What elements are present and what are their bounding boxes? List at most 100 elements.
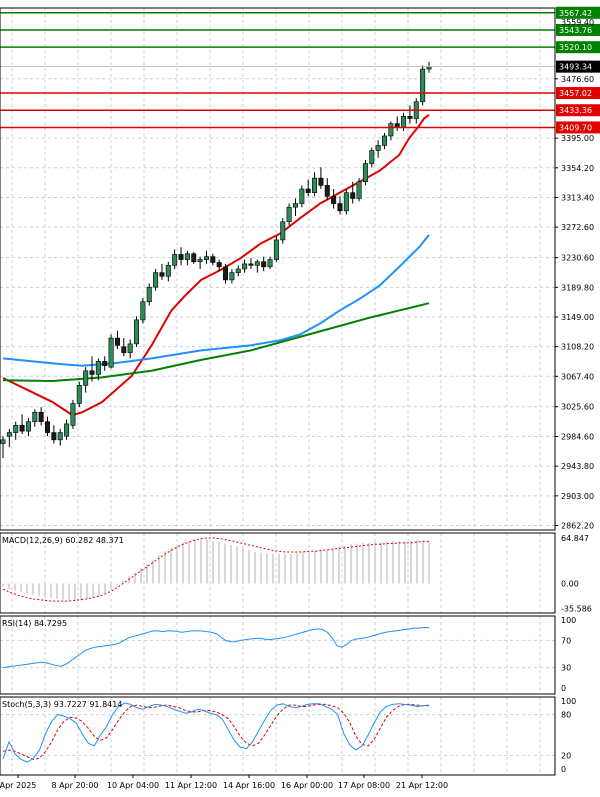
candle-up bbox=[127, 343, 133, 353]
stoch-y-label: 0 bbox=[561, 765, 566, 774]
candle-up bbox=[420, 68, 426, 103]
candle-up bbox=[57, 432, 63, 441]
stoch-label: Stoch(5,3,3) 93.7227 91.8414 bbox=[2, 700, 122, 709]
candle-up bbox=[388, 123, 394, 137]
x-tick-label: 21 Apr 12:00 bbox=[396, 781, 448, 790]
y-tick-label: 2903.00 bbox=[561, 492, 594, 501]
y-tick-label: 2984.60 bbox=[561, 433, 594, 442]
candle-down bbox=[223, 266, 229, 281]
candle-down bbox=[178, 254, 184, 260]
candle-up bbox=[273, 239, 279, 260]
candle-up bbox=[362, 163, 368, 183]
y-tick-label: 3108.20 bbox=[561, 343, 594, 352]
price-level-label: 3543.76 bbox=[559, 26, 592, 35]
macd-y-label: 0.00 bbox=[561, 580, 579, 589]
candle-up bbox=[64, 423, 70, 437]
price-chart: 3567.42 3543.76 3520.10 3457.02 3433.36 3409.… bbox=[0, 0, 600, 793]
rsi-y-label: 100 bbox=[561, 616, 576, 625]
rsi-y-label: 0 bbox=[561, 684, 566, 693]
x-tick-label: 10 Apr 04:00 bbox=[107, 781, 159, 790]
stoch-y-label: 100 bbox=[561, 697, 576, 706]
x-tick-label: 11 Apr 12:00 bbox=[165, 781, 217, 790]
candle-up bbox=[229, 272, 235, 281]
candle-up bbox=[356, 181, 362, 199]
candle-down bbox=[318, 177, 324, 186]
candle-up bbox=[426, 66, 432, 70]
candle-up bbox=[242, 263, 248, 270]
candle-up bbox=[235, 268, 241, 273]
y-tick-label: 3025.60 bbox=[561, 403, 594, 412]
candle-up bbox=[0, 439, 6, 444]
y-tick-label: 2862.20 bbox=[561, 521, 594, 530]
candle-up bbox=[146, 286, 152, 303]
candle-up bbox=[299, 188, 305, 204]
x-tick-label: Apr 2025 bbox=[0, 781, 36, 790]
y-tick-label: 3230.60 bbox=[561, 254, 594, 263]
candle-up bbox=[140, 301, 146, 321]
candle-up bbox=[267, 259, 273, 268]
candle-down bbox=[337, 203, 343, 212]
candle-up bbox=[6, 432, 12, 437]
candle-up bbox=[83, 370, 89, 386]
rsi-y-label: 30 bbox=[561, 664, 571, 673]
candle-up bbox=[172, 254, 178, 266]
price-level-label: 3457.02 bbox=[559, 89, 592, 98]
candle-up bbox=[292, 203, 298, 208]
candle-down bbox=[19, 425, 25, 432]
x-tick-label: 17 Apr 08:00 bbox=[338, 781, 390, 790]
candle-down bbox=[114, 337, 120, 346]
stoch-y-label: 20 bbox=[561, 751, 571, 760]
y-tick-label: 3395.00 bbox=[561, 134, 594, 143]
candle-up bbox=[70, 403, 76, 426]
rsi-label: RSI(14) 84.7295 bbox=[2, 619, 67, 628]
y-tick-label: 3354.20 bbox=[561, 164, 594, 173]
y-tick-label: 3272.60 bbox=[561, 223, 594, 232]
y-tick-label-partial: 3559.40 bbox=[561, 18, 594, 27]
candle-down bbox=[45, 421, 51, 433]
stoch-y-label: 80 bbox=[561, 711, 571, 720]
x-tick-label: 16 Apr 00:00 bbox=[281, 781, 333, 790]
candle-up bbox=[76, 385, 82, 404]
candle-up bbox=[95, 361, 101, 375]
price-level-label: 3409.70 bbox=[559, 123, 592, 132]
candle-down bbox=[89, 370, 95, 375]
macd-y-label: 64.847 bbox=[561, 534, 589, 543]
rsi-y-label: 70 bbox=[561, 636, 571, 645]
candle-up bbox=[197, 259, 203, 263]
x-tick-label: 14 Apr 16:00 bbox=[223, 781, 275, 790]
candle-up bbox=[203, 256, 209, 260]
current-price-label: 3493.34 bbox=[559, 63, 592, 72]
x-tick-label: 8 Apr 20:00 bbox=[51, 781, 98, 790]
macd-label: MACD(12,26,9) 60.282 48.371 bbox=[2, 536, 124, 545]
price-level-label: 3433.36 bbox=[559, 106, 592, 115]
candle-down bbox=[159, 272, 165, 277]
candle-down bbox=[248, 263, 254, 266]
price-level-label: 3567.42 bbox=[559, 9, 592, 18]
candle-up bbox=[312, 177, 318, 193]
candle-up bbox=[134, 319, 140, 345]
candle-down bbox=[121, 346, 127, 353]
candle-down bbox=[51, 432, 57, 441]
candle-up bbox=[369, 150, 375, 164]
y-tick-label: 3149.00 bbox=[561, 313, 594, 322]
candle-up bbox=[153, 272, 159, 288]
candle-down bbox=[394, 123, 400, 128]
candle-down bbox=[261, 261, 267, 268]
candle-up bbox=[401, 116, 407, 128]
candle-down bbox=[331, 195, 337, 204]
y-tick-label: 3067.40 bbox=[561, 372, 594, 381]
candle-up bbox=[280, 221, 286, 241]
candle-up bbox=[381, 135, 387, 146]
candle-down bbox=[407, 116, 413, 119]
candle-up bbox=[254, 261, 260, 266]
candle-up bbox=[13, 425, 19, 433]
chart-canvas: 3567.42 3543.76 3520.10 3457.02 3433.36 3409.… bbox=[0, 0, 600, 793]
candle-down bbox=[305, 188, 311, 193]
candle-down bbox=[324, 185, 330, 197]
candle-down bbox=[210, 256, 216, 263]
candle-down bbox=[350, 192, 356, 199]
candle-up bbox=[184, 253, 190, 260]
candle-down bbox=[191, 253, 197, 263]
candle-down bbox=[216, 262, 222, 268]
y-tick-label: 2943.80 bbox=[561, 462, 594, 471]
